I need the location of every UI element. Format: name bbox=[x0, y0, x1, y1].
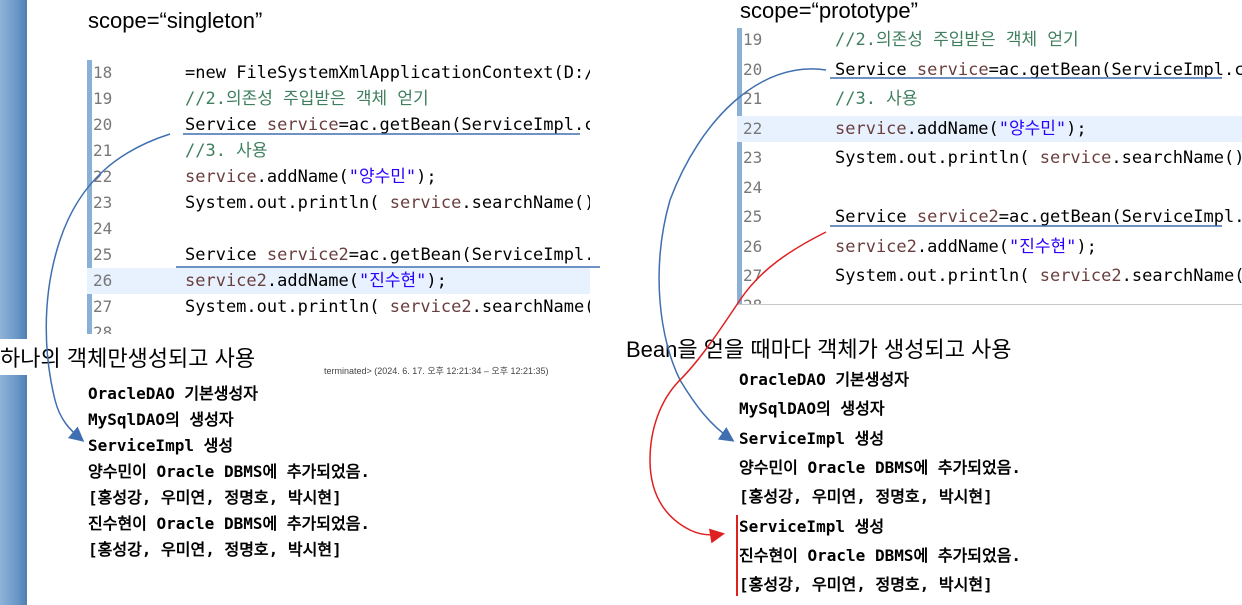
line-number: 26 bbox=[93, 271, 113, 290]
line-number: 24 bbox=[743, 177, 763, 197]
code-line: 28 bbox=[737, 293, 1242, 305]
singleton-title: scope=“singleton” bbox=[88, 8, 263, 33]
line-number: 21 bbox=[743, 89, 763, 108]
console-line: 진수현이 Oracle DBMS에 추가되었음. bbox=[739, 545, 1022, 565]
code-text: =new FileSystemXmlApplicationContext(D:/… bbox=[185, 63, 590, 83]
console-header: terminated> (2024. 6. 17. 오후 12:21:34 – … bbox=[324, 366, 549, 376]
line-number: 22 bbox=[93, 167, 113, 186]
code-line: 21 //3. 사용 bbox=[87, 138, 590, 164]
console-line: ServiceImpl 생성 bbox=[739, 428, 885, 448]
code-line: 23 System.out.println( service.searchName… bbox=[737, 145, 1242, 171]
line-number: 19 bbox=[743, 30, 763, 49]
singleton-console-output: terminated> (2024. 6. 17. 오후 12:21:34 – … bbox=[84, 360, 590, 570]
console-line: [홍성강, 우미연, 정명호, 박시현] bbox=[739, 575, 993, 595]
code-line: 19 //2.의존성 주입받은 객체 얻기 bbox=[87, 86, 590, 112]
code-text: System.out.println( service2.searchName(… bbox=[835, 266, 1242, 286]
console-line: MySqlDAO의 생성자 bbox=[88, 410, 234, 429]
line-number: 19 bbox=[93, 89, 113, 108]
line-number: 25 bbox=[93, 245, 113, 264]
code-line: 27 System.out.println( service2.searchNam… bbox=[87, 294, 590, 320]
line-number: 25 bbox=[743, 207, 763, 226]
code-line: 19 //2.의존성 주입받은 객체 얻기 bbox=[737, 28, 1242, 53]
code-text: Service service=ac.getBean(ServiceImpl.c… bbox=[185, 115, 590, 135]
console-line: MySqlDAO의 생성자 bbox=[739, 399, 885, 419]
line-number: 22 bbox=[743, 118, 763, 138]
code-line: 22 service.addName("양수민"); bbox=[737, 115, 1242, 142]
prototype-callout: Bean을 얻을 때마다 객체가 생성되고 사용 bbox=[620, 330, 1018, 366]
singleton-callout: 하나의 객체만생성되고 사용 bbox=[0, 339, 262, 375]
code-line: 27 System.out.println( service2.searchNam… bbox=[737, 263, 1242, 289]
console-line: 양수민이 Oracle DBMS에 추가되었음. bbox=[739, 457, 1022, 477]
code-line: 23 System.out.println( service.searchName… bbox=[87, 190, 590, 216]
code-line: 25 Service service2=ac.getBean(ServiceImp… bbox=[87, 242, 590, 268]
console-line: ServiceImpl 생성 bbox=[88, 436, 234, 455]
code-text: service2.addName("진수현"); bbox=[835, 236, 1097, 257]
code-text: service.addName("양수민"); bbox=[185, 167, 437, 187]
line-number: 24 bbox=[93, 219, 113, 238]
console-line: [홍성강, 우미연, 정명호, 박시현] bbox=[88, 540, 342, 559]
code-line: 20 Service service=ac.getBean(ServiceImpl… bbox=[87, 112, 590, 138]
slide-left-accent-bar bbox=[0, 0, 27, 605]
line-number: 28 bbox=[743, 295, 763, 305]
console-line: OracleDAO 기본생성자 bbox=[88, 384, 258, 403]
line-number: 26 bbox=[743, 236, 763, 256]
code-line: 20 Service service=ac.getBean(ServiceImpl… bbox=[737, 57, 1242, 83]
line-number: 23 bbox=[743, 148, 763, 167]
code-line: 18 =new FileSystemXmlApplicationContext(D… bbox=[87, 60, 590, 86]
prototype-console-output: OracleDAO 기본생성자 MySqlDAO의 생성자 ServiceImpl … bbox=[735, 364, 1240, 604]
code-text: //2.의존성 주입받은 객체 얻기 bbox=[835, 30, 1079, 50]
code-line: 26 service2.addName("진수현"); bbox=[737, 234, 1242, 260]
console-line: [홍성강, 우미연, 정명호, 박시현] bbox=[739, 487, 993, 507]
line-number: 18 bbox=[93, 63, 113, 82]
code-text: System.out.println( service.searchName()… bbox=[835, 148, 1242, 168]
code-line: 24 bbox=[737, 175, 1242, 201]
code-line: 21 //3. 사용 bbox=[737, 86, 1242, 112]
console-line: [홍성강, 우미연, 정명호, 박시현] bbox=[88, 488, 342, 507]
code-line: 22 service.addName("양수민"); bbox=[87, 164, 590, 190]
console-line: OracleDAO 기본생성자 bbox=[739, 370, 909, 389]
code-line: 24 bbox=[87, 216, 590, 242]
code-line: 28 bbox=[87, 320, 590, 334]
code-text: Service service2=ac.getBean(ServiceImpl.… bbox=[835, 207, 1242, 227]
line-number: 27 bbox=[743, 266, 763, 285]
console-line: 양수민이 Oracle DBMS에 추가되었음. bbox=[88, 462, 371, 481]
console-line: ServiceImpl 생성 bbox=[739, 516, 885, 536]
code-text: System.out.println( service2.searchName(… bbox=[185, 297, 590, 317]
console-line: 진수현이 Oracle DBMS에 추가되었음. bbox=[88, 514, 371, 533]
line-number: 20 bbox=[743, 59, 763, 79]
singleton-code-editor: 18 =new FileSystemXmlApplicationContext(D… bbox=[87, 60, 590, 334]
prototype-code-editor: 19 //2.의존성 주입받은 객체 얻기 20 Service service=ac… bbox=[737, 28, 1242, 305]
code-text: service.addName("양수민"); bbox=[835, 118, 1087, 139]
line-number: 23 bbox=[93, 193, 113, 212]
code-text: //3. 사용 bbox=[835, 89, 918, 109]
line-number: 21 bbox=[93, 141, 113, 160]
prototype-title: scope=“prototype” bbox=[740, 0, 918, 23]
code-text: System.out.println( service.searchName()… bbox=[185, 193, 590, 213]
code-text: Service service=ac.getBean(ServiceImpl.c… bbox=[835, 59, 1242, 80]
line-number: 27 bbox=[93, 297, 113, 316]
code-text: //2.의존성 주입받은 객체 얻기 bbox=[185, 89, 429, 109]
line-number: 20 bbox=[93, 115, 113, 134]
code-text: Service service2=ac.getBean(ServiceImpl.… bbox=[185, 245, 590, 265]
code-text: service2.addName("진수현"); bbox=[185, 271, 447, 291]
code-line: 26 service2.addName("진수현"); bbox=[87, 268, 590, 294]
code-line: 25 Service service2=ac.getBean(ServiceImp… bbox=[737, 204, 1242, 230]
line-number: 28 bbox=[93, 323, 113, 334]
code-text: //3. 사용 bbox=[185, 141, 268, 161]
